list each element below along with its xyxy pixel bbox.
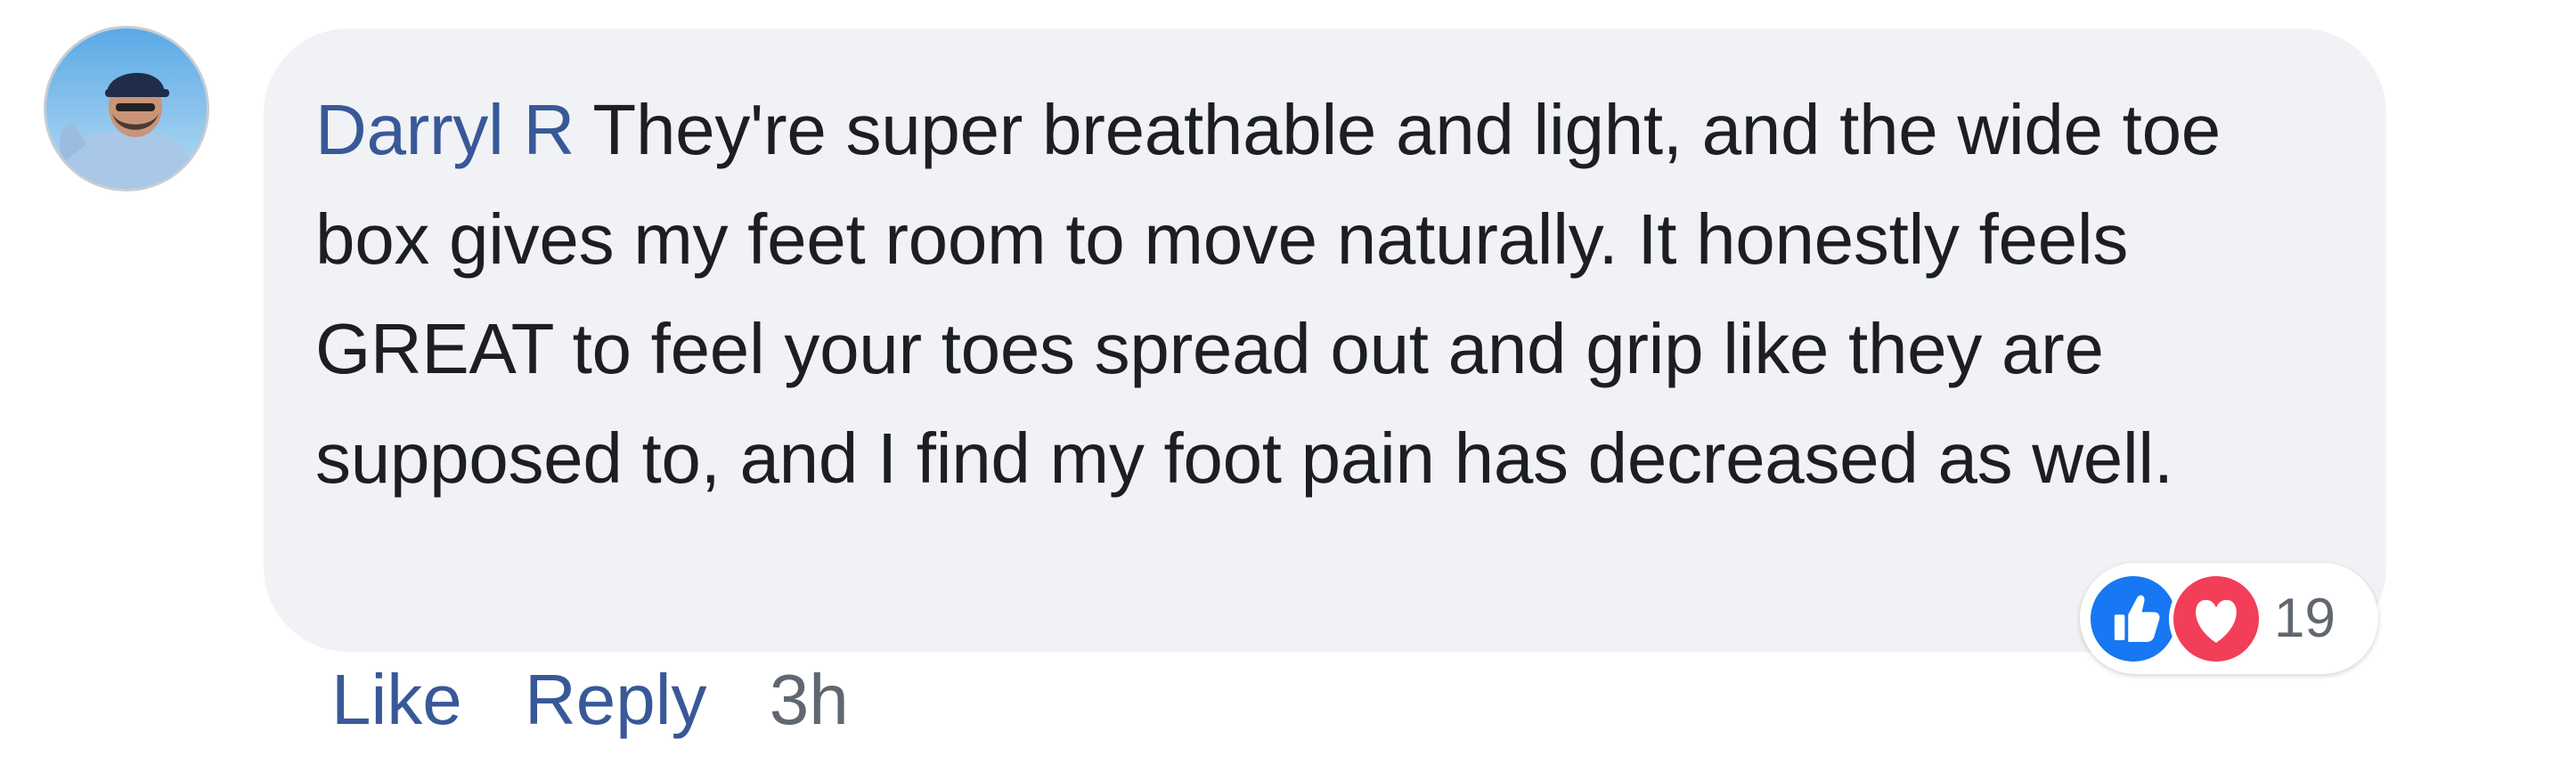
comment-body: Darryl R They're super breathable and li… [315,75,2346,513]
like-icon [2086,572,2181,666]
comment-actions: Like Reply 3h [331,655,849,744]
avatar[interactable] [46,28,207,189]
like-button[interactable]: Like [331,660,462,739]
love-icon [2169,572,2263,666]
comment-text: They're super breathable and light, and … [315,90,2221,498]
user-photo [46,28,207,189]
reaction-summary[interactable]: 19 [2080,563,2378,674]
reply-button[interactable]: Reply [525,660,707,739]
reaction-count: 19 [2274,588,2336,649]
author-name[interactable]: Darryl R [315,90,575,169]
timestamp[interactable]: 3h [770,660,849,739]
